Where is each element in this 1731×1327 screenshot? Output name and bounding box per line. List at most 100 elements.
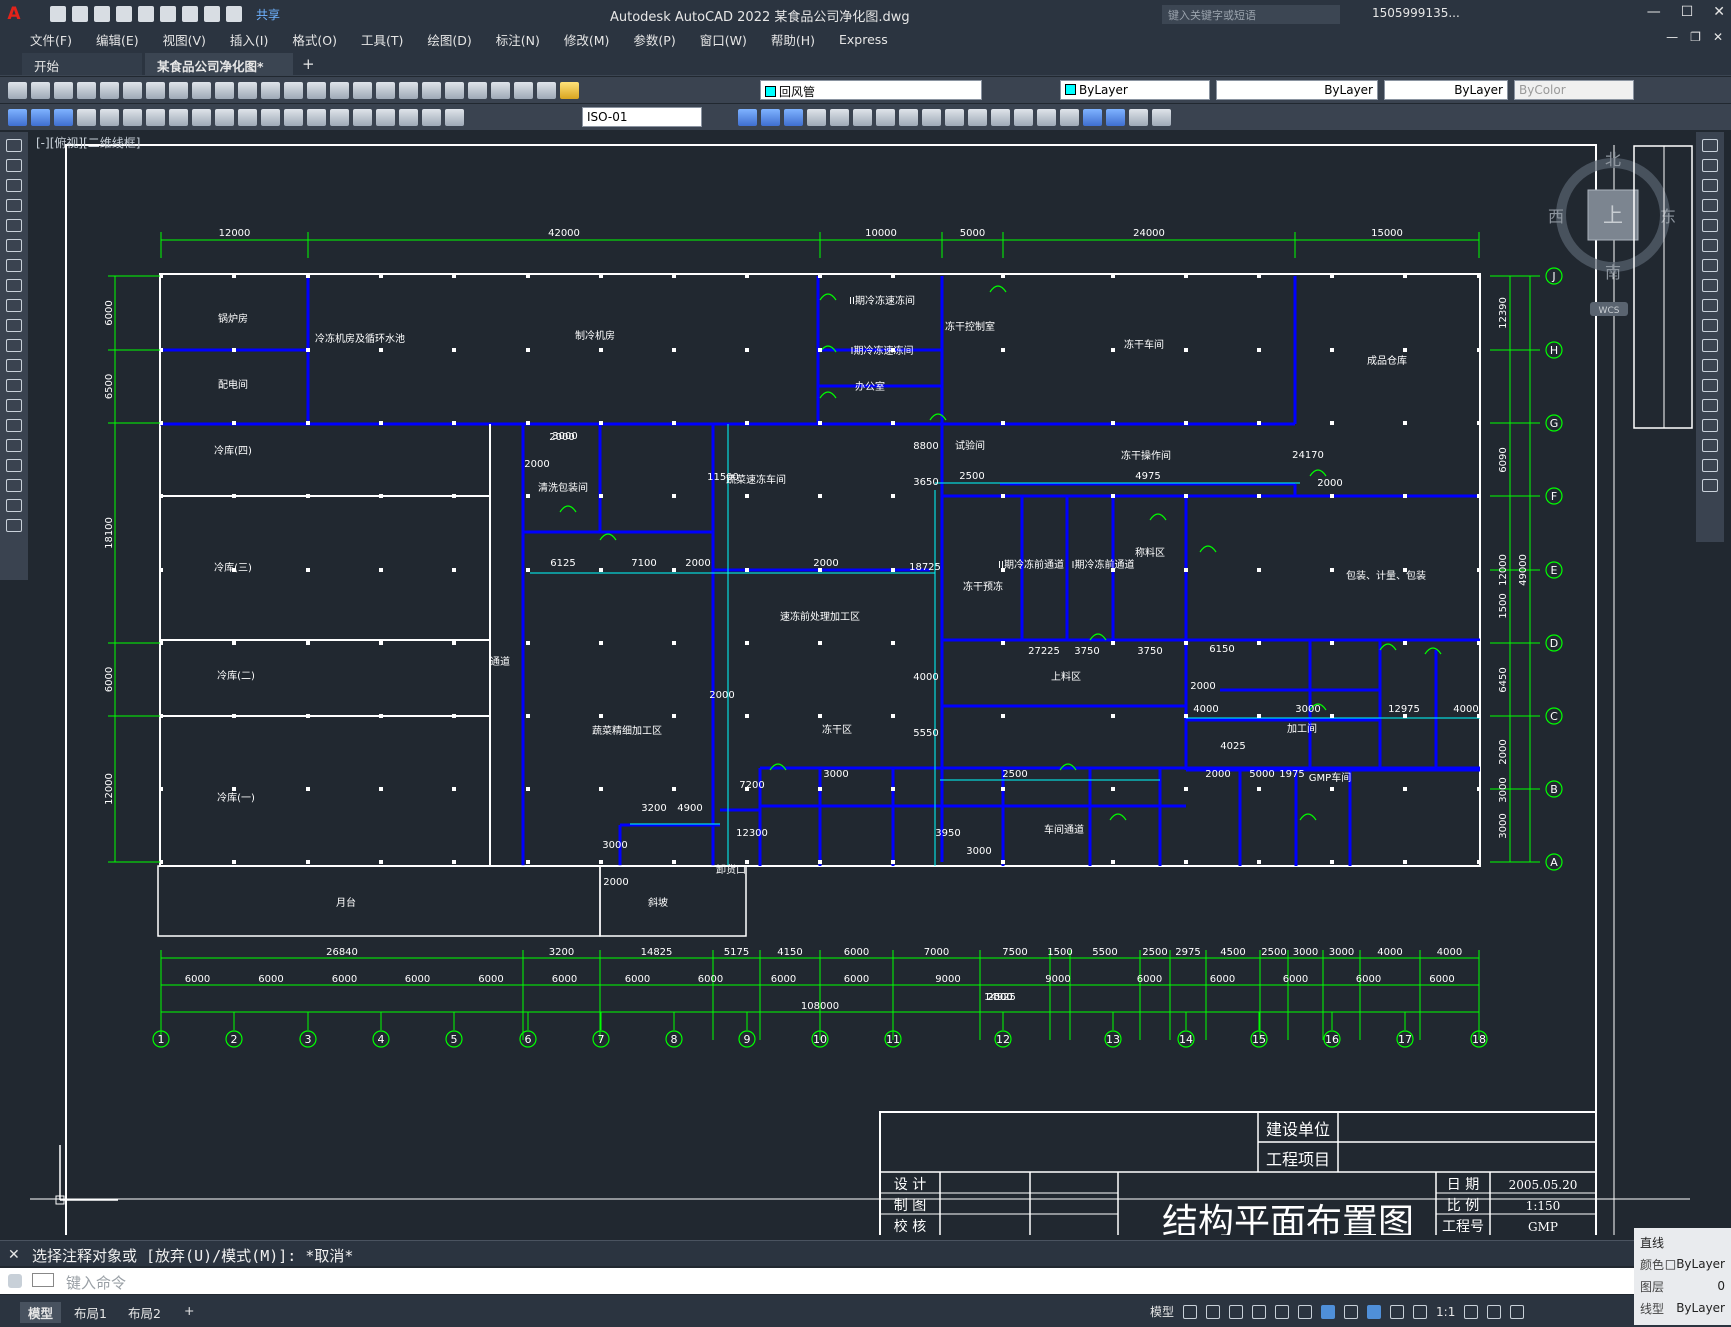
new-icon[interactable] xyxy=(50,6,66,22)
plot-icon[interactable] xyxy=(182,6,198,22)
dim-space-icon[interactable] xyxy=(261,108,280,126)
array-icon[interactable] xyxy=(807,108,826,126)
layer-dropdown[interactable]: 回风管 xyxy=(760,80,982,100)
offset-icon[interactable] xyxy=(1702,199,1718,212)
lineweight-dropdown[interactable]: ByLayer xyxy=(1384,80,1508,100)
design-center-icon[interactable] xyxy=(399,81,418,99)
polyline-icon[interactable] xyxy=(6,179,22,192)
mirror-icon[interactable] xyxy=(1702,179,1718,192)
menu-tools[interactable]: 工具(T) xyxy=(349,30,415,49)
tab-start[interactable]: 开始 xyxy=(22,53,142,75)
save-as-icon[interactable] xyxy=(116,6,132,22)
calculator-icon[interactable] xyxy=(491,81,510,99)
dim-jogged-icon[interactable] xyxy=(123,108,142,126)
trim-icon[interactable] xyxy=(922,108,941,126)
copy-object-icon[interactable] xyxy=(738,108,757,126)
snap-icon[interactable] xyxy=(1206,1304,1221,1319)
blend-curves-icon[interactable] xyxy=(1702,459,1718,472)
point-icon[interactable] xyxy=(6,399,22,412)
chamfer-icon[interactable] xyxy=(1702,419,1718,432)
properties-icon[interactable] xyxy=(376,81,395,99)
ellipse-arc-icon[interactable] xyxy=(6,339,22,352)
hatch-icon[interactable] xyxy=(6,419,22,432)
dim-update-icon[interactable] xyxy=(445,108,464,126)
region-icon[interactable] xyxy=(6,459,22,472)
undo-icon[interactable] xyxy=(238,81,257,99)
scale-icon[interactable] xyxy=(1702,279,1718,292)
floor-plan-drawing[interactable]: 12000 42000 10000 5000 24000 1500060006500181… xyxy=(28,132,1696,1235)
sheet-set-icon[interactable] xyxy=(445,81,464,99)
doc-close-button[interactable]: ✕ xyxy=(1713,30,1723,44)
tab-layout2[interactable]: 布局2 xyxy=(120,1302,169,1323)
spline-icon[interactable] xyxy=(6,299,22,312)
plot-icon[interactable] xyxy=(77,81,96,99)
publish-icon[interactable] xyxy=(123,81,142,99)
add-icon[interactable] xyxy=(1487,1304,1502,1319)
add-layout-button[interactable]: + xyxy=(176,1302,202,1319)
rotate-icon[interactable] xyxy=(1702,259,1718,272)
dim-text-edit-icon[interactable] xyxy=(422,108,441,126)
dim-edit-icon[interactable] xyxy=(399,108,418,126)
menu-help[interactable]: 帮助(H) xyxy=(759,30,827,49)
construction-line-icon[interactable] xyxy=(6,159,22,172)
dim-diameter-icon[interactable] xyxy=(146,108,165,126)
dim-arc-icon[interactable] xyxy=(54,108,73,126)
menu-express[interactable]: Express xyxy=(827,32,900,47)
qnew-icon[interactable] xyxy=(8,81,27,99)
search-input[interactable]: 键入关键字或短语 xyxy=(1162,5,1340,24)
stretch-icon[interactable] xyxy=(899,108,918,126)
dim-linear-icon[interactable] xyxy=(8,108,27,126)
draworder-icon[interactable] xyxy=(1083,108,1102,126)
menu-file[interactable]: 文件(F) xyxy=(18,30,84,49)
explode-icon[interactable] xyxy=(1060,108,1079,126)
qp-row-color[interactable]: 颜色 □ByLayer xyxy=(1640,1253,1725,1275)
make-block-icon[interactable] xyxy=(6,379,22,392)
maximize-button[interactable]: ☐ xyxy=(1681,4,1694,20)
model-space-label[interactable]: 模型 xyxy=(1150,1303,1174,1320)
command-recent-icon[interactable] xyxy=(32,1273,54,1287)
polygon-icon[interactable] xyxy=(6,199,22,212)
layer-manager-icon[interactable] xyxy=(537,81,556,99)
stretch-icon[interactable] xyxy=(1702,299,1718,312)
qp-value[interactable]: ByLayer xyxy=(1676,1301,1725,1315)
save-web-icon[interactable] xyxy=(160,6,176,22)
break-icon[interactable] xyxy=(1702,379,1718,392)
annotation-scale-icon[interactable] xyxy=(1413,1304,1428,1319)
object-snap-tracking-icon[interactable] xyxy=(1298,1304,1313,1319)
paste-icon[interactable] xyxy=(192,81,211,99)
dim-angular-icon[interactable] xyxy=(169,108,188,126)
lineweight-icon[interactable] xyxy=(1344,1304,1359,1319)
markup-icon[interactable] xyxy=(468,81,487,99)
tab-layout1[interactable]: 布局1 xyxy=(66,1302,115,1323)
line-icon[interactable] xyxy=(6,139,22,152)
minimize-button[interactable]: — xyxy=(1647,4,1661,20)
dim-radius-icon[interactable] xyxy=(100,108,119,126)
rectangle-icon[interactable] xyxy=(6,219,22,232)
annotation-scale-value[interactable]: 1:1 xyxy=(1436,1305,1455,1319)
command-input[interactable]: 键入命令 xyxy=(66,1272,126,1293)
group-icon[interactable] xyxy=(1152,108,1171,126)
workspace-gear-icon[interactable] xyxy=(1464,1304,1479,1319)
qp-value[interactable]: 0 xyxy=(1717,1279,1725,1293)
break-at-point-icon[interactable] xyxy=(1702,359,1718,372)
linetype-dropdown[interactable]: ByLayer xyxy=(1216,80,1378,100)
redo-icon[interactable] xyxy=(226,6,242,22)
pan-icon[interactable] xyxy=(284,81,303,99)
menu-insert[interactable]: 插入(I) xyxy=(218,30,280,49)
revision-cloud-icon[interactable] xyxy=(6,279,22,292)
scale-icon[interactable] xyxy=(876,108,895,126)
chamfer-icon[interactable] xyxy=(1014,108,1033,126)
array-icon[interactable] xyxy=(1702,219,1718,232)
move-icon[interactable] xyxy=(1702,239,1718,252)
tolerance-icon[interactable] xyxy=(307,108,326,126)
menu-window[interactable]: 窗口(W) xyxy=(688,30,759,49)
add-selected-icon[interactable] xyxy=(6,519,22,532)
grid-icon[interactable] xyxy=(1183,1304,1198,1319)
object-snap-icon[interactable] xyxy=(1321,1304,1336,1319)
open-icon[interactable] xyxy=(72,6,88,22)
share-button[interactable]: 共享 xyxy=(256,6,280,23)
circle-icon[interactable] xyxy=(6,259,22,272)
polar-icon[interactable] xyxy=(1252,1304,1267,1319)
user-account[interactable]: 1505999135... xyxy=(1372,6,1460,20)
drawing-canvas[interactable]: 12000 42000 10000 5000 24000 15000 6000 6500 181… xyxy=(28,132,1696,1235)
